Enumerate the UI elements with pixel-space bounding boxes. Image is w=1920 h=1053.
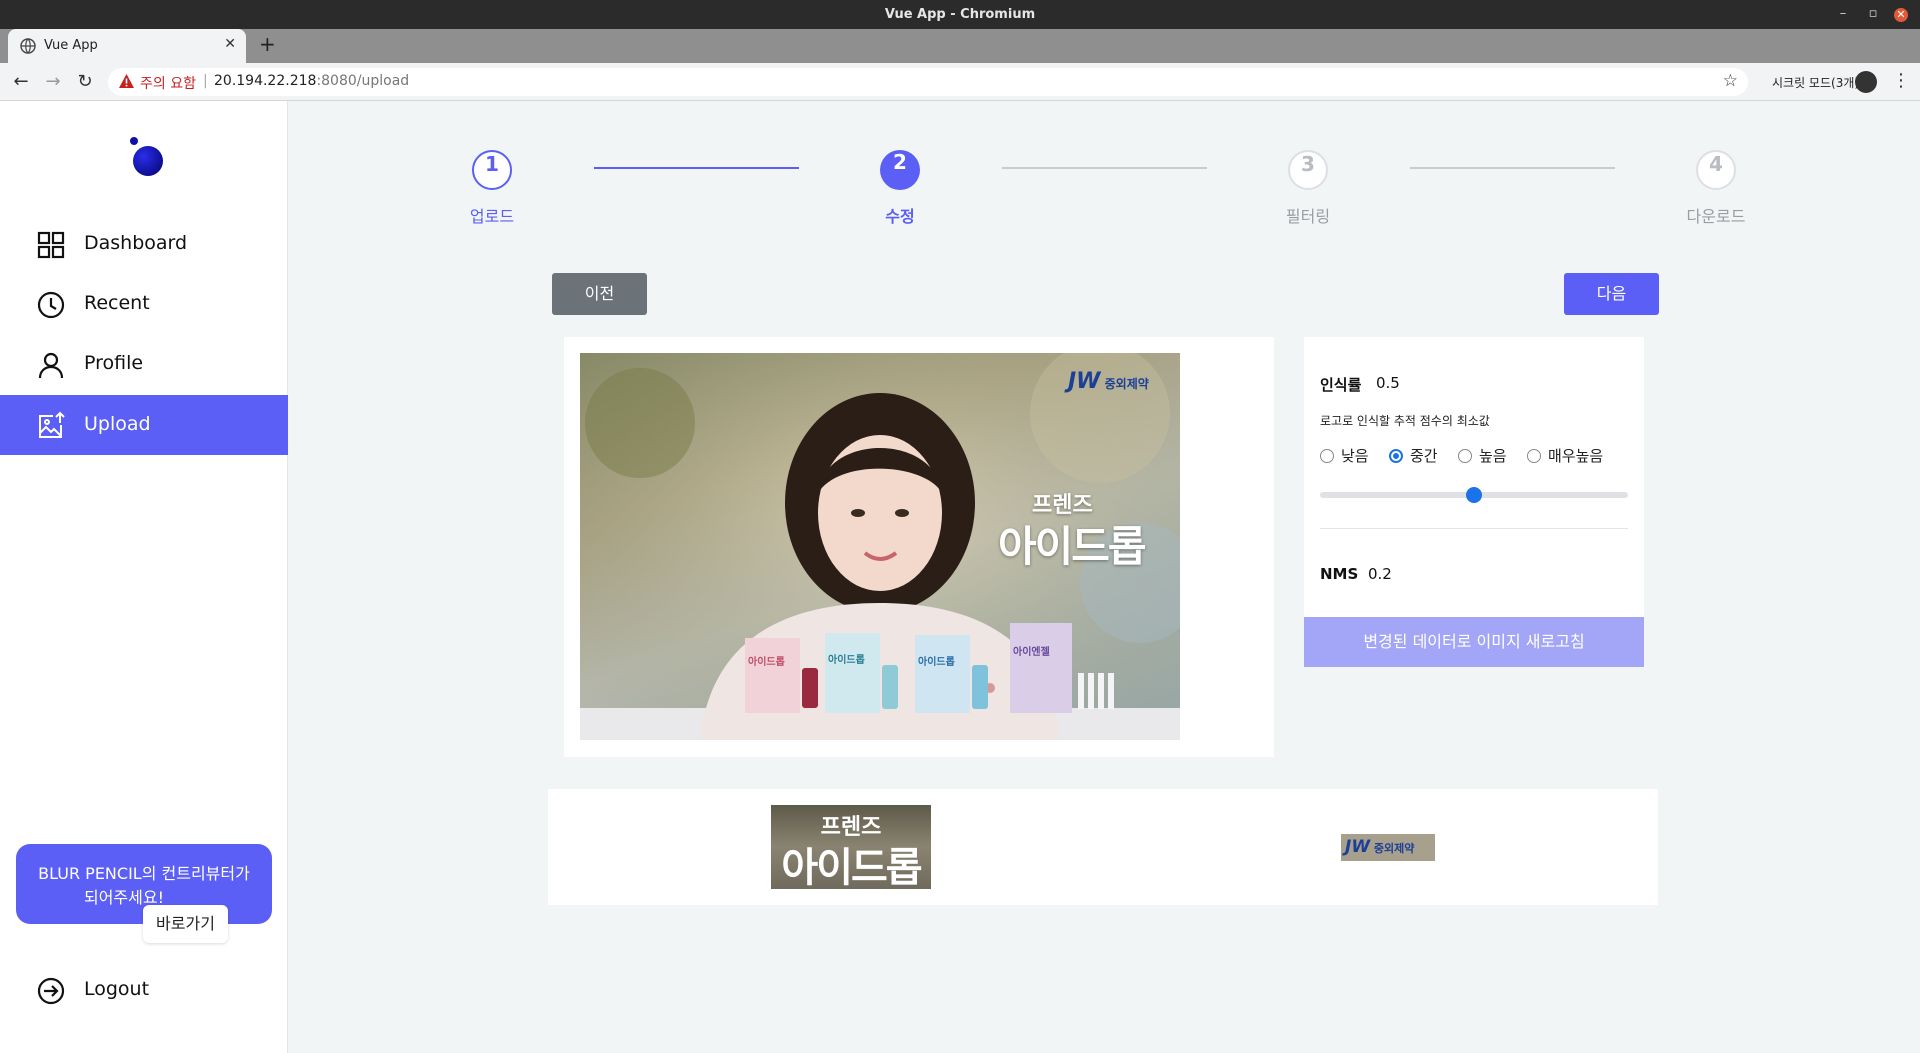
- sidebar-item-profile[interactable]: Profile: [0, 334, 288, 394]
- sidebar-item-recent[interactable]: Recent: [0, 274, 288, 334]
- step-1-label: 업로드: [469, 207, 515, 226]
- browser-menu-icon[interactable]: ⋮: [1892, 70, 1910, 91]
- step-4-label: 다운로드: [1686, 207, 1746, 226]
- separator: |: [203, 73, 208, 89]
- contributor-text-line2: 되어주세요!: [83, 888, 164, 907]
- window-title: Vue App - Chromium: [884, 7, 1036, 22]
- crop-brand-mark: JW: [1345, 837, 1371, 857]
- ad-image: JW 중외제약 프렌즈 아이드롭 아이드롭 아이드롭 아이드롭 아이엔젤: [580, 353, 1180, 740]
- incognito-icon[interactable]: [1855, 71, 1877, 93]
- window-titlebar: Vue App - Chromium – ▫ ✕: [0, 0, 1920, 29]
- step-connector-2: [1002, 167, 1207, 169]
- prev-button[interactable]: 이전: [552, 273, 647, 315]
- detected-logo-crop[interactable]: 프렌즈 아이드롭: [771, 805, 931, 891]
- minimize-icon[interactable]: –: [1834, 5, 1852, 23]
- logout-label: Logout: [84, 978, 150, 1000]
- contributor-go-button[interactable]: 바로가기: [143, 905, 228, 943]
- nms-value: 0.2: [1368, 565, 1392, 583]
- security-label[interactable]: 주의 요함: [140, 73, 196, 93]
- step-connector-3: [1410, 167, 1615, 169]
- image-upload-icon: [39, 411, 65, 438]
- new-tab-icon[interactable]: +: [259, 32, 276, 56]
- confidence-title: 인식률: [1320, 376, 1362, 394]
- confidence-slider[interactable]: [1320, 487, 1628, 503]
- confidence-value: 0.5: [1376, 374, 1400, 392]
- sidebar-item-label: Upload: [84, 413, 151, 435]
- radio-high[interactable]: 높음: [1458, 445, 1507, 466]
- radio-circle-selected[interactable]: [1389, 449, 1403, 463]
- globe-icon: [20, 38, 36, 54]
- grid-icon: [37, 231, 65, 259]
- tab-strip: Vue App ✕ +: [0, 29, 1920, 63]
- warning-icon: [119, 74, 134, 88]
- crop-brand-text: 중외제약: [1373, 842, 1415, 855]
- restore-icon[interactable]: ▫: [1864, 5, 1882, 23]
- radio-label: 매우높음: [1548, 447, 1604, 465]
- url-host: 20.194.22.218: [214, 73, 317, 89]
- back-icon[interactable]: ←: [10, 71, 32, 93]
- refresh-image-button[interactable]: 변경된 데이터로 이미지 새로고침: [1304, 617, 1644, 667]
- image-preview-card: JW 중외제약 프렌즈 아이드롭 아이드롭 아이드롭 아이드롭 아이엔젤: [564, 337, 1274, 757]
- sidebar: Dashboard Recent Profile Upload BLUR PEN…: [0, 101, 288, 1053]
- tab-title: Vue App: [44, 38, 98, 53]
- app-root: Dashboard Recent Profile Upload BLUR PEN…: [0, 101, 1920, 1053]
- clock-icon: [37, 291, 65, 319]
- step-1-circle[interactable]: 1: [472, 150, 512, 190]
- ad-brand-logo: JW 중외제약: [1068, 369, 1149, 394]
- sidebar-item-label: Recent: [84, 292, 150, 314]
- radio-medium[interactable]: 중간: [1389, 445, 1438, 466]
- ad-box-label: 아이드롭: [918, 657, 955, 668]
- radio-low[interactable]: 낮음: [1320, 445, 1369, 466]
- contributor-text-line1: BLUR PENCIL의 컨트리뷰터가: [38, 864, 250, 883]
- step-2-circle[interactable]: 2: [880, 150, 920, 190]
- sidebar-item-upload[interactable]: Upload: [0, 395, 288, 455]
- ad-box-label: 아이드롭: [748, 657, 785, 668]
- close-window-icon[interactable]: ✕: [1894, 8, 1908, 22]
- tab-close-icon[interactable]: ✕: [224, 36, 236, 52]
- ad-headline-large: 아이드롭: [998, 522, 1147, 571]
- url-text[interactable]: 20.194.22.218:8080/upload: [214, 73, 409, 89]
- sidebar-item-label: Profile: [84, 352, 144, 374]
- reload-icon[interactable]: ↻: [74, 71, 96, 93]
- sidebar-item-dashboard[interactable]: Dashboard: [0, 214, 288, 274]
- logout-icon: [37, 977, 65, 1005]
- user-icon: [38, 352, 64, 379]
- app-logo[interactable]: [126, 137, 166, 177]
- detected-logos-card: 프렌즈 아이드롭 JW 중외제약: [548, 789, 1658, 905]
- detected-logo-crop[interactable]: JW 중외제약: [1341, 834, 1435, 861]
- divider: [1320, 528, 1628, 529]
- radio-circle[interactable]: [1527, 449, 1541, 463]
- ad-box-label: 아이엔젤: [1013, 647, 1050, 658]
- step-3-label: 필터링: [1285, 207, 1331, 226]
- confidence-description: 로고로 인식할 추적 점수의 최소값: [1320, 414, 1490, 428]
- incognito-label: 시크릿 모드(3개): [1772, 76, 1860, 90]
- ad-brand-text: 중외제약: [1104, 377, 1149, 391]
- next-button[interactable]: 다음: [1564, 273, 1659, 315]
- radio-label: 중간: [1410, 447, 1438, 465]
- browser-tab[interactable]: Vue App ✕: [8, 29, 246, 63]
- step-3-circle[interactable]: 3: [1288, 150, 1328, 190]
- browser-toolbar: ← → ↻ 주의 요함 | 20.194.22.218:8080/upload …: [0, 63, 1920, 101]
- address-bar[interactable]: 주의 요함 | 20.194.22.218:8080/upload ☆: [108, 68, 1748, 96]
- ad-box-label: 아이드롭: [828, 655, 865, 666]
- slider-thumb[interactable]: [1466, 487, 1482, 503]
- radio-circle[interactable]: [1320, 449, 1334, 463]
- radio-very-high[interactable]: 매우높음: [1527, 445, 1603, 466]
- crop-text-line2: 아이드롭: [781, 845, 922, 891]
- nms-title: NMS: [1320, 565, 1359, 583]
- detection-settings-panel: 인식률 0.5 로고로 인식할 추적 점수의 최소값 낮음 중간 높음 매우높음…: [1304, 337, 1644, 667]
- step-connector-1: [594, 167, 799, 169]
- step-4-circle[interactable]: 4: [1696, 150, 1736, 190]
- step-2-label: 수정: [885, 207, 915, 226]
- url-path: :8080/upload: [316, 73, 410, 89]
- radio-circle[interactable]: [1458, 449, 1472, 463]
- forward-icon[interactable]: →: [42, 71, 64, 93]
- radio-label: 높음: [1479, 447, 1507, 465]
- radio-label: 낮음: [1341, 447, 1369, 465]
- ad-brand-mark: JW: [1068, 369, 1101, 394]
- sidebar-item-label: Dashboard: [84, 232, 188, 254]
- logout-button[interactable]: Logout: [0, 960, 288, 1020]
- bookmark-star-icon[interactable]: ☆: [1723, 71, 1738, 91]
